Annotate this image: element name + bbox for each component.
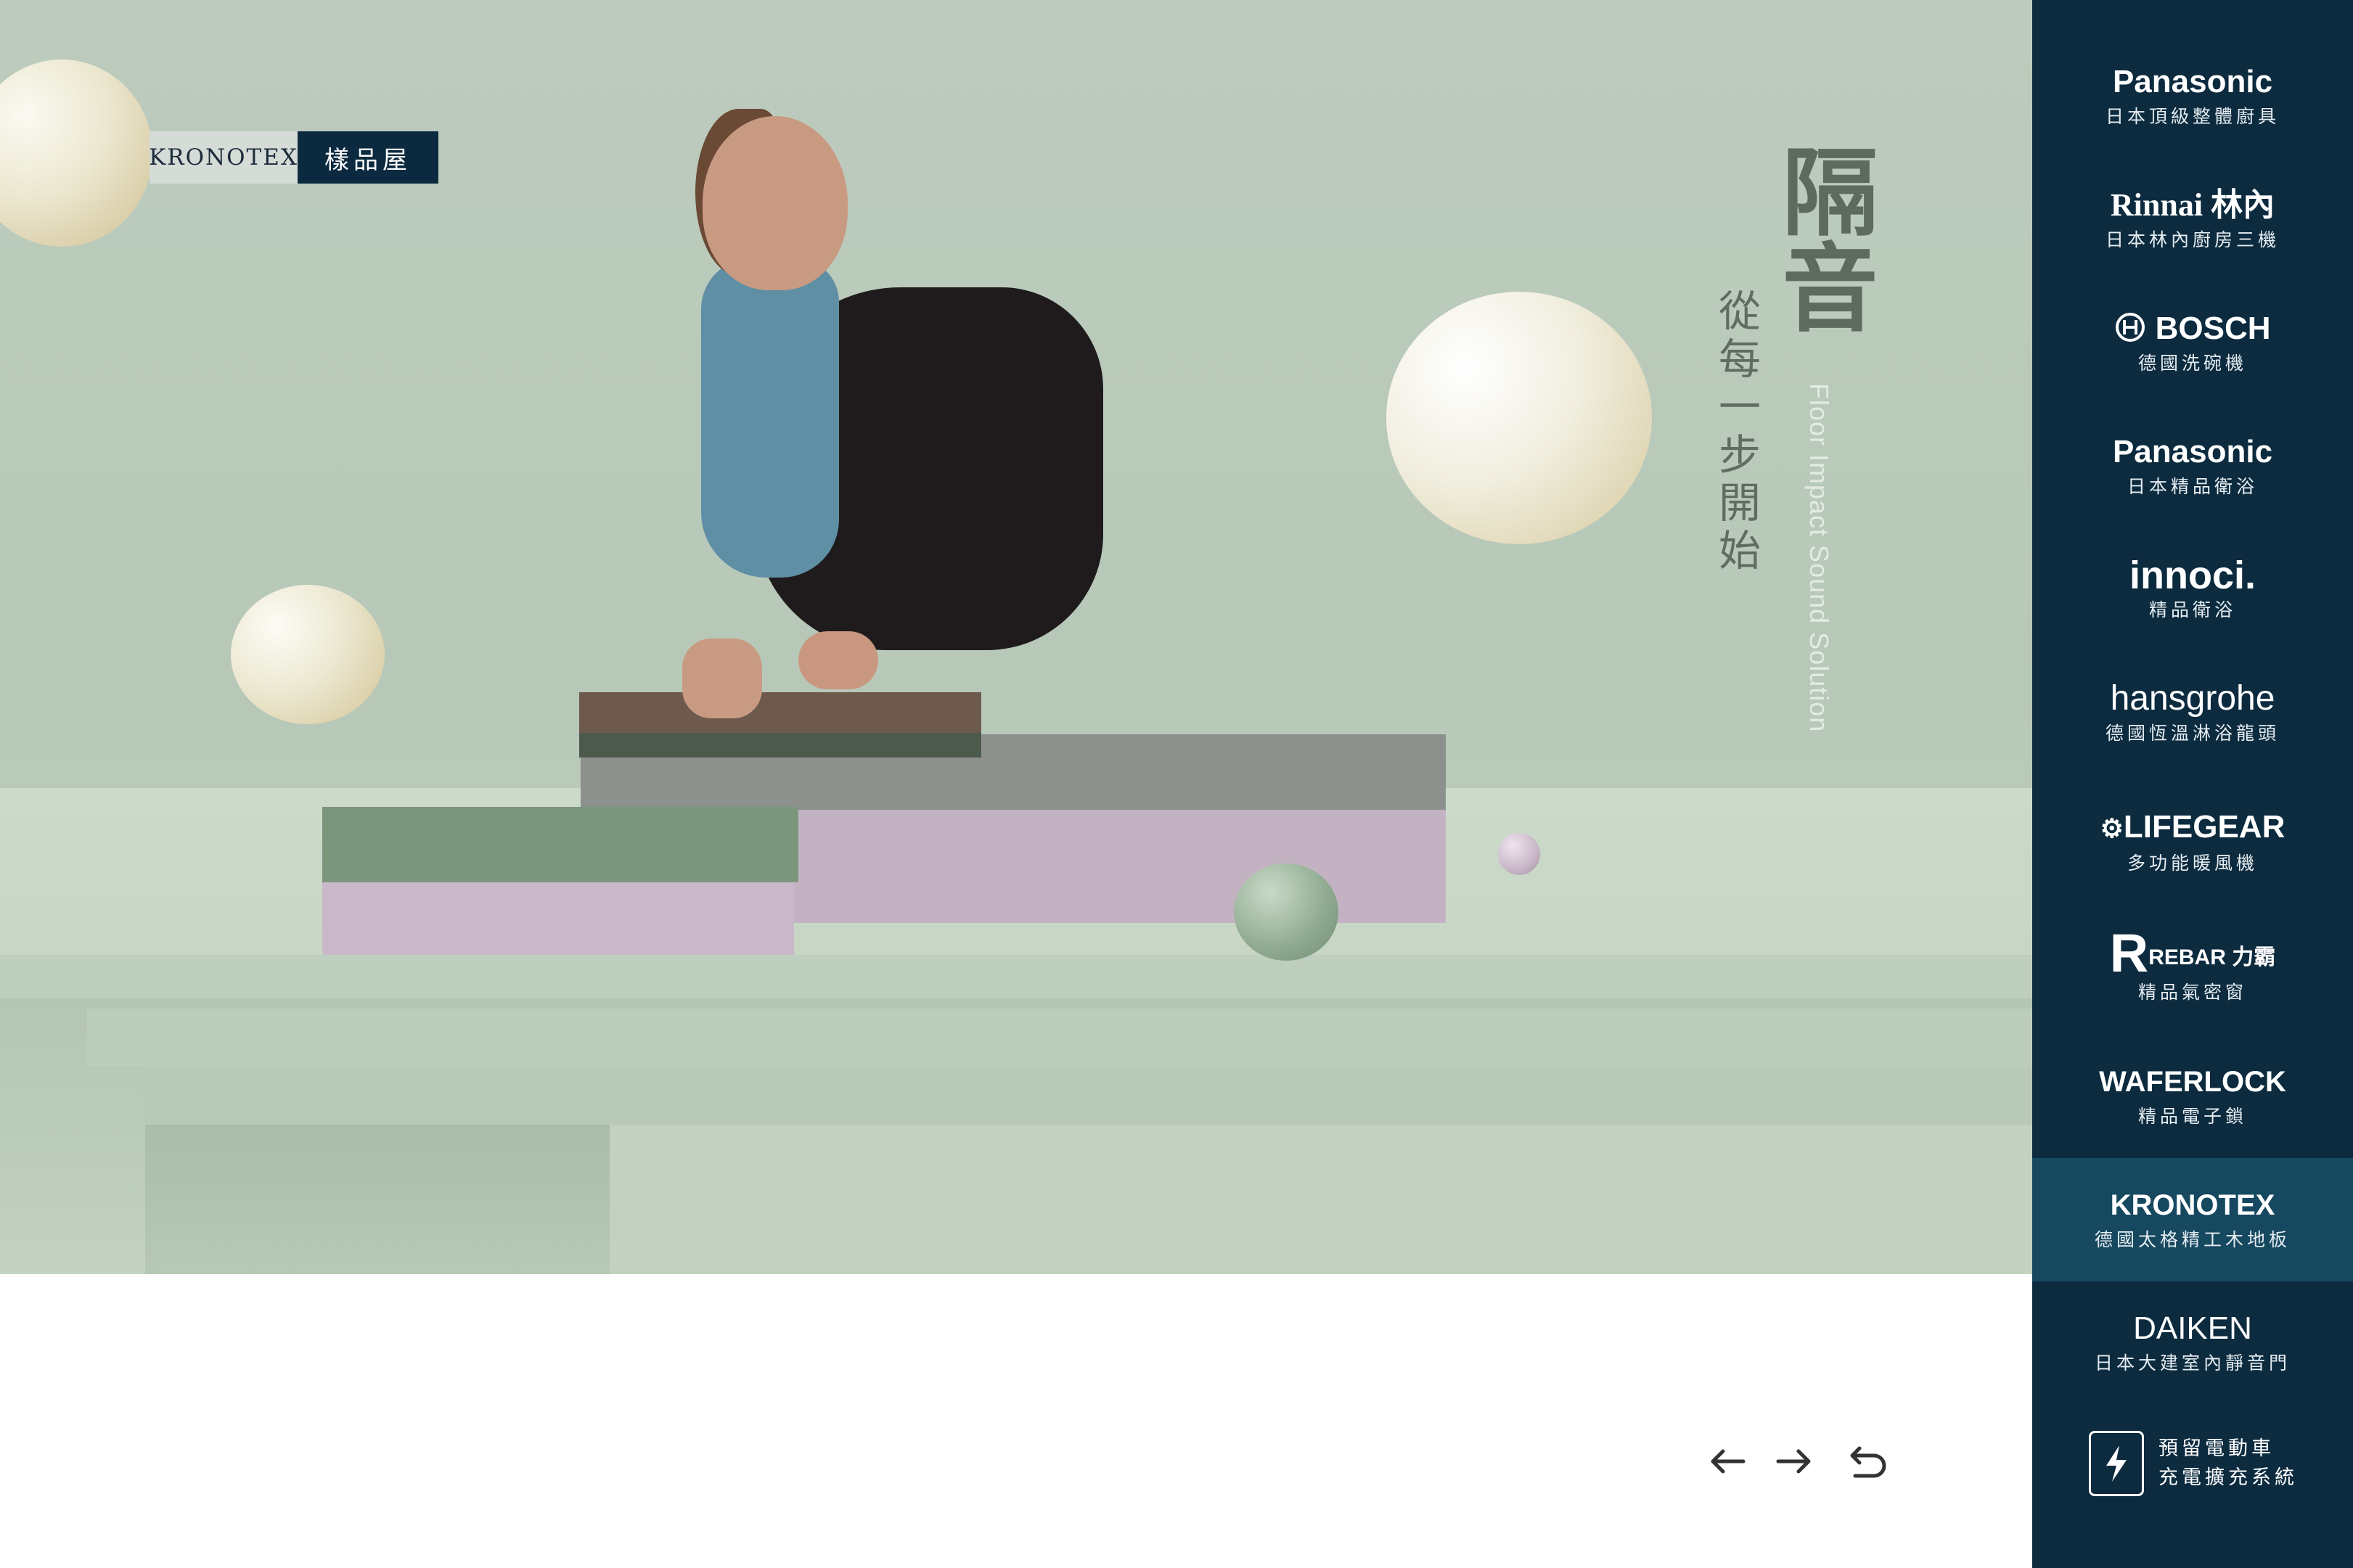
model-figure (682, 639, 762, 718)
brand-desc: 精品氣密窗 (2137, 982, 2247, 1003)
sidebar-item-hansgrohe[interactable]: hansgrohe 德國恆溫淋浴龍頭 (2032, 652, 2353, 775)
brand-desc: 德國太格精工木地板 (2094, 1229, 2291, 1250)
brand-desc: 多功能暖風機 (2127, 853, 2258, 874)
sidebar-item-waferlock[interactable]: WAFERLOCK 精品電子鎖 (2032, 1035, 2353, 1158)
arrow-right-icon (1776, 1449, 1811, 1474)
section-label: 樣品屋 (298, 131, 438, 184)
brand-logo: Panasonic (2112, 64, 2273, 99)
return-icon (1850, 1446, 1886, 1478)
brand-logo: KRONOTEX (2110, 1189, 2275, 1221)
brand-desc: 精品電子鎖 (2137, 1106, 2247, 1127)
brand-logo: Rinnai 林內 (2110, 187, 2275, 223)
lightning-icon (2089, 1431, 2144, 1496)
sidebar-item-lifegear[interactable]: ⚙LIFEGEAR 多功能暖風機 (2032, 781, 2353, 904)
brand-desc: 日本林內廚房三機 (2105, 229, 2280, 250)
step-decor (142, 1067, 2032, 1125)
hero-headline: 隔音 (1766, 142, 1878, 334)
hero-subline: 從每一步開始 (1711, 289, 1761, 576)
step-decor (145, 1125, 610, 1274)
sidebar-item-daiken[interactable]: DAIKEN 日本大建室內靜音門 (2032, 1281, 2353, 1405)
brand-logo: WAFERLOCK (2099, 1066, 2286, 1098)
decor-sphere (0, 59, 152, 247)
back-button[interactable] (1835, 1428, 1902, 1495)
arrow-left-icon (1711, 1449, 1746, 1474)
brand-desc: 日本精品衛浴 (2127, 476, 2258, 497)
brand-desc: 日本頂級整體廚具 (2105, 106, 2280, 127)
floor-sample-block (579, 733, 981, 758)
rebar-r-icon: R (2109, 923, 2149, 983)
floor-sample-block (759, 805, 1446, 923)
ev-charging-label: 預留電動車 充電擴充系統 (2158, 1437, 2298, 1489)
decor-sphere (231, 585, 385, 724)
step-decor (87, 1009, 2032, 1067)
prev-button[interactable] (1694, 1428, 1761, 1495)
brand-logo: BOSCH (2114, 310, 2271, 348)
sidebar-item-panasonic-bath[interactable]: Panasonic 日本精品衛浴 (2032, 405, 2353, 528)
wood-floor-sample (579, 692, 981, 733)
ev-charging-item[interactable]: 預留電動車 充電擴充系統 (2089, 1431, 2298, 1496)
decor-sphere (1234, 863, 1338, 961)
brand-logo: Panasonic (2112, 434, 2273, 469)
brand-logo: innoci. (2129, 554, 2256, 597)
floor-edge (0, 955, 2032, 998)
sidebar-item-innoci[interactable]: innoci. 精品衛浴 (2032, 528, 2353, 652)
sidebar-item-rebar[interactable]: RREBAR 力霸 精品氣密窗 (2032, 908, 2353, 1032)
model-figure (703, 116, 848, 290)
brand-logo: hansgrohe (2110, 679, 2275, 718)
brand-desc: 日本大建室內靜音門 (2094, 1352, 2291, 1374)
brand-sidebar: Panasonic 日本頂級整體廚具 Rinnai 林內 日本林內廚房三機 BO… (2032, 0, 2353, 1568)
brand-desc: 德國恆溫淋浴龍頭 (2105, 723, 2280, 744)
gear-icon: ⚙ (2100, 813, 2124, 843)
model-figure (701, 258, 839, 578)
brand-logo: ⚙LIFEGEAR (2100, 809, 2286, 845)
hero-banner: 隔音 從每一步開始 Floor Impact Sound Solution (0, 0, 2032, 1274)
model-figure (798, 631, 878, 689)
next-button[interactable] (1761, 1428, 1828, 1495)
decor-sphere (1498, 833, 1540, 875)
breadcrumb: KRONOTEX 樣品屋 (149, 131, 438, 184)
brand-logo: RREBAR 力霸 (2109, 923, 2276, 983)
decor-sphere (1386, 292, 1652, 544)
brand-desc: 德國洗碗機 (2137, 353, 2247, 374)
hero-english: Floor Impact Sound Solution (1804, 383, 1834, 733)
brand-desc: 精品衛浴 (2148, 599, 2236, 620)
sidebar-item-bosch[interactable]: BOSCH 德國洗碗機 (2032, 282, 2353, 405)
floor-sample-block (322, 807, 798, 882)
step-decor (610, 1125, 2032, 1274)
floor-sample-block (322, 879, 794, 955)
brand-logo: DAIKEN (2133, 1310, 2252, 1346)
sidebar-item-panasonic-kitchen[interactable]: Panasonic 日本頂級整體廚具 (2032, 35, 2353, 158)
sidebar-item-rinnai[interactable]: Rinnai 林內 日本林內廚房三機 (2032, 158, 2353, 282)
sidebar-item-kronotex[interactable]: KRONOTEX 德國太格精工木地板 (2032, 1158, 2353, 1281)
brand-label: KRONOTEX (149, 131, 298, 184)
bosch-emblem-icon (2116, 313, 2145, 342)
